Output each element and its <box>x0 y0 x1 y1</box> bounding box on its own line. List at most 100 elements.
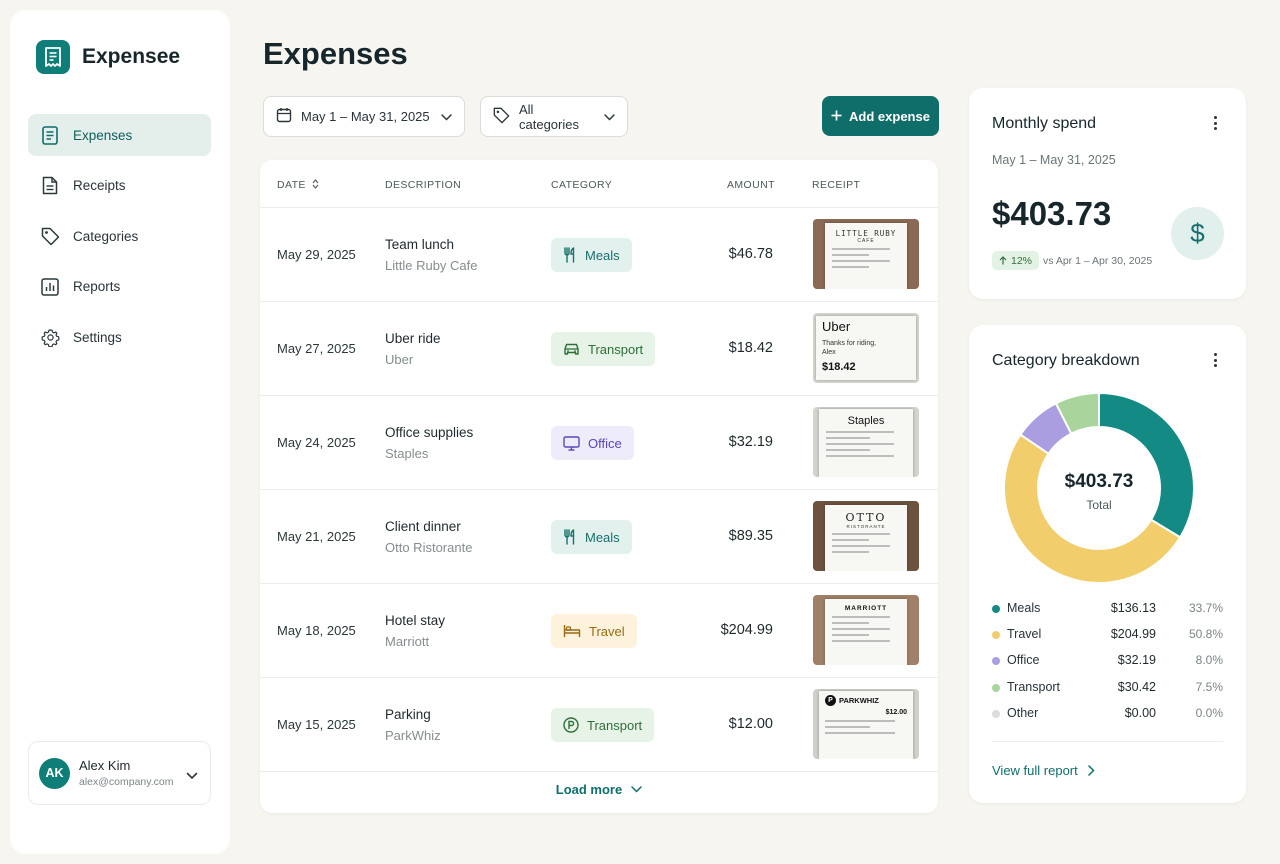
table-row[interactable]: May 15, 2025 Parking ParkWhiz Transport … <box>260 678 938 772</box>
expense-merchant: Staples <box>385 446 429 461</box>
sidebar-item-label: Receipts <box>73 178 126 193</box>
category-filter-value: All categories <box>519 101 579 132</box>
avatar: AK <box>39 757 70 789</box>
load-more-button[interactable]: Load more <box>260 782 938 797</box>
expense-date: May 21, 2025 <box>277 529 356 544</box>
parking-icon <box>563 717 579 733</box>
category-chip[interactable]: Transport <box>551 708 655 742</box>
sidebar-item-label: Settings <box>73 329 122 345</box>
sidebar-item-receipts[interactable]: Receipts <box>28 165 211 207</box>
receipt-line <box>832 248 890 250</box>
receipt-line <box>832 628 890 630</box>
category-filter[interactable]: All categories <box>480 96 628 137</box>
receipt-line <box>826 443 894 445</box>
legend-item-meals[interactable]: Meals $136.13 33.7% <box>992 600 1223 618</box>
receipt-paper: MARRIOTT <box>825 599 907 665</box>
category-label: Travel <box>589 623 625 639</box>
expense-description: Uber ride Uber <box>385 331 441 367</box>
legend-name: Transport <box>1007 679 1061 694</box>
gear-icon <box>40 327 60 347</box>
sidebar-item-expenses[interactable]: Expenses <box>28 114 211 156</box>
fork-knife-icon <box>564 247 575 263</box>
tag-icon <box>493 107 510 127</box>
legend-item-transport[interactable]: Transport $30.42 7.5% <box>992 679 1223 697</box>
receipt-thumbnail[interactable]: P PARKWHIZ $12.00 <box>813 689 919 759</box>
view-full-report-link[interactable]: View full report <box>992 763 1095 778</box>
receipt-paper: Staples <box>819 409 913 477</box>
expense-title: Parking <box>385 707 431 722</box>
category-chip[interactable]: Meals <box>551 520 632 554</box>
more-options-icon[interactable] <box>1214 116 1218 133</box>
sidebar-item-reports[interactable]: Reports <box>28 266 211 308</box>
legend-item-travel[interactable]: Travel $204.99 50.8% <box>992 626 1223 644</box>
category-chip[interactable]: Meals <box>551 238 632 272</box>
app-name: Expensee <box>82 45 181 68</box>
expense-description: Client dinner Otto Ristorante <box>385 519 472 555</box>
expenses-table: DATE DESCRIPTION CATEGORY AMOUNT RECEIPT… <box>260 160 938 813</box>
expense-amount: $46.78 <box>728 246 773 262</box>
table-row[interactable]: May 27, 2025 Uber ride Uber Transport $1… <box>260 302 938 396</box>
expense-title: Team lunch <box>385 237 455 252</box>
more-options-icon[interactable] <box>1214 353 1218 370</box>
expense-amount: $89.35 <box>728 528 773 544</box>
sort-icon[interactable] <box>312 179 319 189</box>
chevron-down-icon[interactable] <box>186 767 198 785</box>
receipt-thumbnail[interactable]: OTTO RISTORANTE <box>813 501 919 571</box>
donut-slice-meals[interactable] <box>1098 392 1195 539</box>
expense-description: Parking ParkWhiz <box>385 707 441 743</box>
expense-date: May 24, 2025 <box>277 435 356 450</box>
legend-dot <box>992 631 1000 640</box>
table-row[interactable]: May 24, 2025 Office supplies Staples Off… <box>260 396 938 490</box>
receipt-line <box>825 720 895 722</box>
receipt-total: $18.42 <box>822 361 856 373</box>
sidebar-item-settings[interactable]: Settings <box>28 316 211 358</box>
receipt-header: Uber <box>822 319 851 334</box>
expense-merchant: Marriott <box>385 634 430 649</box>
receipt-paper: Uber Thanks for riding, Alex $18.42 <box>816 316 916 380</box>
chevron-down-icon <box>604 109 615 124</box>
receipt-line <box>826 455 894 457</box>
add-expense-button[interactable]: Add expense <box>822 96 939 136</box>
sidebar-item-categories[interactable]: Categories <box>28 215 211 257</box>
receipt-thumbnail[interactable]: Uber Thanks for riding, Alex $18.42 <box>813 313 919 383</box>
category-chip[interactable]: Travel <box>551 614 637 648</box>
receipt-line <box>832 539 870 541</box>
receipt-thumbnail[interactable]: LITTLE RUBY CAFE <box>813 219 919 289</box>
receipt-thumbnail[interactable]: Staples <box>813 407 919 477</box>
date-range-filter[interactable]: May 1 – May 31, 2025 <box>263 96 465 137</box>
monitor-icon <box>563 435 580 451</box>
table-header: DATE DESCRIPTION CATEGORY AMOUNT RECEIPT <box>260 160 938 208</box>
expense-merchant: Otto Ristorante <box>385 540 473 555</box>
sidebar-item-label: Categories <box>73 228 139 244</box>
legend-amount: $136.13 <box>1110 601 1156 615</box>
category-chip[interactable]: Transport <box>551 332 656 366</box>
legend-item-office[interactable]: Office $32.19 8.0% <box>992 652 1223 670</box>
receipt-header: PARKWHIZ <box>839 696 879 705</box>
receipt-paper: OTTO RISTORANTE <box>825 505 907 571</box>
table-row[interactable]: May 21, 2025 Client dinner Otto Ristoran… <box>260 490 938 584</box>
column-category: CATEGORY <box>551 179 613 191</box>
date-range-value: May 1 – May 31, 2025 <box>301 109 430 124</box>
legend-percent: 0.0% <box>1195 705 1223 720</box>
legend-name: Meals <box>1007 601 1041 615</box>
table-row[interactable]: May 18, 2025 Hotel stay Marriott Travel … <box>260 584 938 678</box>
receipt-line <box>832 533 890 535</box>
legend-item-other[interactable]: Other $0.00 0.0% <box>992 705 1223 723</box>
receipt-line <box>832 260 890 262</box>
monthly-total: $403.73 <box>992 195 1112 232</box>
page-title: Expenses <box>263 36 408 71</box>
donut-total-label: Total <box>1086 498 1112 512</box>
expense-description: Office supplies Staples <box>385 425 473 461</box>
receipt-sub: RISTORANTE <box>846 524 886 529</box>
expense-date: May 27, 2025 <box>277 341 356 356</box>
receipt-thumbnail[interactable]: MARRIOTT <box>813 595 919 665</box>
column-date[interactable]: DATE <box>277 179 319 191</box>
receipt-line <box>832 616 890 618</box>
app-logo[interactable]: Expensee <box>36 40 180 74</box>
sidebar-item-label: Expenses <box>73 127 133 143</box>
legend-amount: $30.42 <box>1117 679 1156 694</box>
table-row[interactable]: May 29, 2025 Team lunch Little Ruby Cafe… <box>260 208 938 302</box>
category-chip[interactable]: Office <box>551 426 634 460</box>
user-menu[interactable]: AK Alex Kim alex@company.com <box>28 741 211 805</box>
calendar-icon <box>276 107 292 126</box>
